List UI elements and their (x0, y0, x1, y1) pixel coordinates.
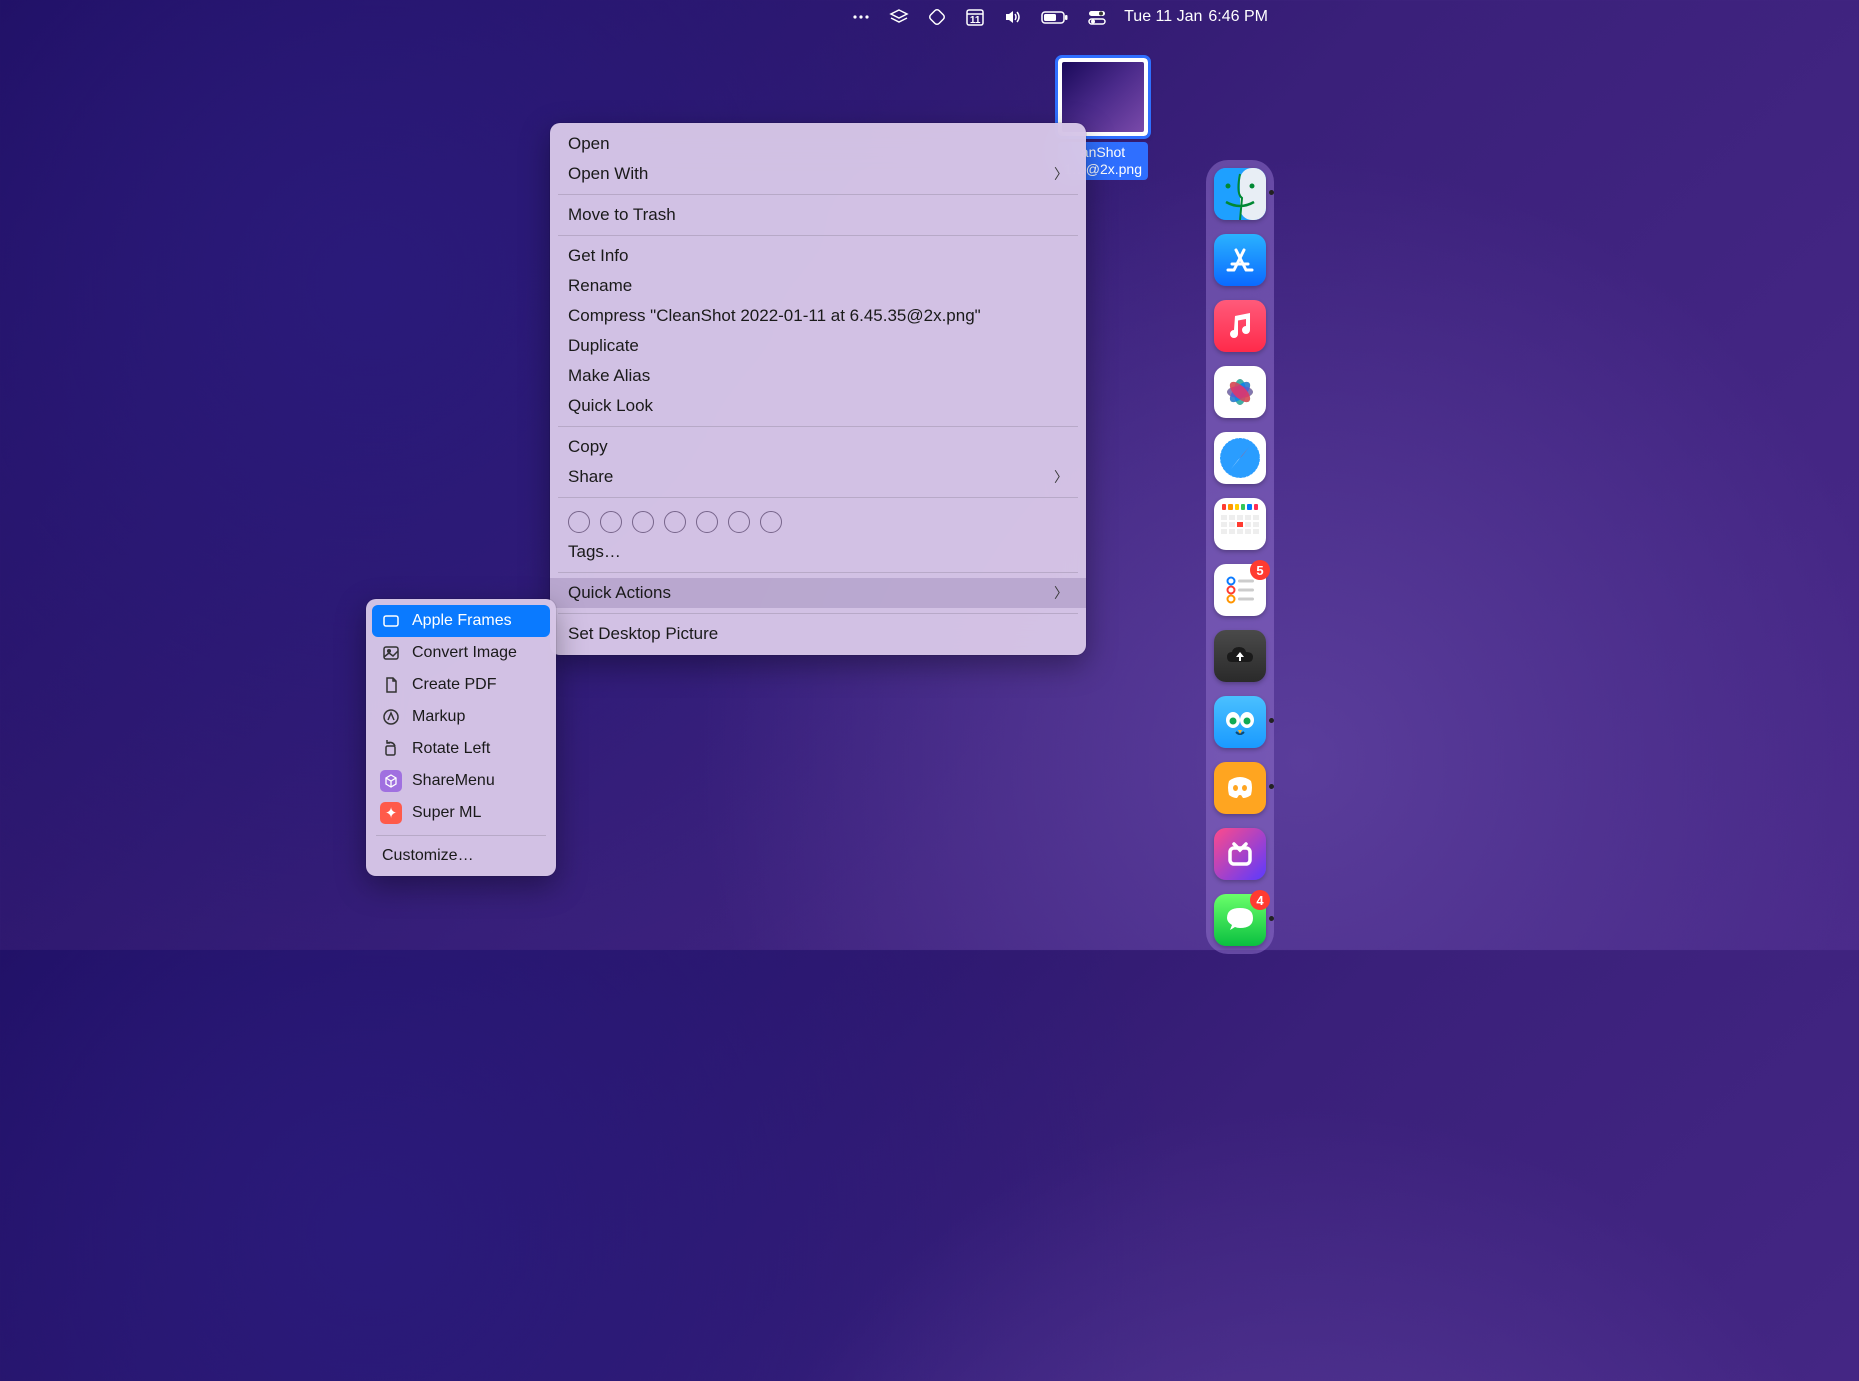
menu-separator (558, 497, 1078, 498)
document-icon (380, 674, 402, 696)
tag-dot[interactable] (696, 511, 718, 533)
image-icon (380, 642, 402, 664)
cube-icon (380, 770, 402, 792)
chevron-right-icon: 〉 (1054, 467, 1068, 487)
menu-separator (558, 194, 1078, 195)
qa-customize[interactable]: Customize… (372, 842, 550, 870)
sparkle-icon: ✦ (380, 802, 402, 824)
dock-safari[interactable] (1214, 432, 1266, 484)
stack-icon[interactable] (888, 6, 910, 28)
menu-copy[interactable]: Copy (550, 432, 1086, 462)
menu-separator (558, 235, 1078, 236)
dock-music[interactable] (1214, 300, 1266, 352)
running-indicator (1269, 916, 1274, 921)
qa-sharemenu[interactable]: ShareMenu (372, 765, 550, 797)
menu-open[interactable]: Open (550, 129, 1086, 159)
running-indicator (1269, 718, 1274, 723)
menu-share[interactable]: Share〉 (550, 462, 1086, 492)
dock-calendar[interactable] (1214, 498, 1266, 550)
menu-compress[interactable]: Compress "CleanShot 2022-01-11 at 6.45.3… (550, 301, 1086, 331)
chevron-right-icon: 〉 (1054, 583, 1068, 603)
control-center-icon[interactable] (1086, 6, 1108, 28)
badge: 5 (1250, 560, 1270, 580)
volume-icon[interactable] (1002, 6, 1024, 28)
running-indicator (1269, 190, 1274, 195)
qa-markup[interactable]: Markup (372, 701, 550, 733)
diamond-icon[interactable] (926, 6, 948, 28)
menu-separator (558, 426, 1078, 427)
menubar-clock[interactable]: Tue 11 Jan 6:46 PM (1124, 8, 1268, 26)
calendar-menulet-icon[interactable]: 11 (964, 6, 986, 28)
menu-duplicate[interactable]: Duplicate (550, 331, 1086, 361)
tag-dot[interactable] (632, 511, 654, 533)
menu-quick-actions[interactable]: Quick Actions〉 (550, 578, 1086, 608)
tag-dot[interactable] (664, 511, 686, 533)
dock-shortcuts[interactable] (1214, 828, 1266, 880)
dock-photos[interactable] (1214, 366, 1266, 418)
menu-set-desktop[interactable]: Set Desktop Picture (550, 619, 1086, 649)
menu-make-alias[interactable]: Make Alias (550, 361, 1086, 391)
tag-dot[interactable] (600, 511, 622, 533)
menu-separator (558, 572, 1078, 573)
chevron-right-icon: 〉 (1054, 164, 1068, 184)
tags-row (550, 503, 1086, 537)
menu-rename[interactable]: Rename (550, 271, 1086, 301)
dock-discord[interactable] (1214, 762, 1266, 814)
menu-quick-look[interactable]: Quick Look (550, 391, 1086, 421)
menu-tags[interactable]: Tags… (550, 537, 1086, 567)
quick-actions-submenu: Apple Frames Convert Image Create PDF Ma… (366, 599, 556, 876)
dock-finder[interactable] (1214, 168, 1266, 220)
qa-rotate-left[interactable]: Rotate Left (372, 733, 550, 765)
dock: 5 4 (1206, 160, 1274, 954)
menu-separator (376, 835, 546, 836)
tag-dot[interactable] (728, 511, 750, 533)
dock-reminders[interactable]: 5 (1214, 564, 1266, 616)
qa-super-ml[interactable]: ✦ Super ML (372, 797, 550, 829)
menubar-time: 6:46 PM (1208, 8, 1268, 26)
markup-icon (380, 706, 402, 728)
menubar: 11 Tue 11 Jan 6:46 PM (0, 0, 1280, 34)
menu-separator (558, 613, 1078, 614)
tag-dot[interactable] (760, 511, 782, 533)
dock-messages[interactable]: 4 (1214, 894, 1266, 946)
dock-tweetbot[interactable] (1214, 696, 1266, 748)
menu-extra-icon[interactable] (850, 6, 872, 28)
dock-app-store[interactable] (1214, 234, 1266, 286)
rotate-icon (380, 738, 402, 760)
calendar-day-number: 11 (964, 15, 986, 26)
qa-apple-frames[interactable]: Apple Frames (372, 605, 550, 637)
menu-get-info[interactable]: Get Info (550, 241, 1086, 271)
frame-icon (380, 610, 402, 632)
battery-icon[interactable] (1040, 6, 1070, 28)
menubar-date: Tue 11 Jan (1124, 8, 1202, 26)
context-menu: Open Open With〉 Move to Trash Get Info R… (550, 123, 1086, 655)
menu-open-with[interactable]: Open With〉 (550, 159, 1086, 189)
menu-move-to-trash[interactable]: Move to Trash (550, 200, 1086, 230)
tag-dot[interactable] (568, 511, 590, 533)
badge: 4 (1250, 890, 1270, 910)
qa-create-pdf[interactable]: Create PDF (372, 669, 550, 701)
qa-convert-image[interactable]: Convert Image (372, 637, 550, 669)
dock-cloud[interactable] (1214, 630, 1266, 682)
running-indicator (1269, 784, 1274, 789)
